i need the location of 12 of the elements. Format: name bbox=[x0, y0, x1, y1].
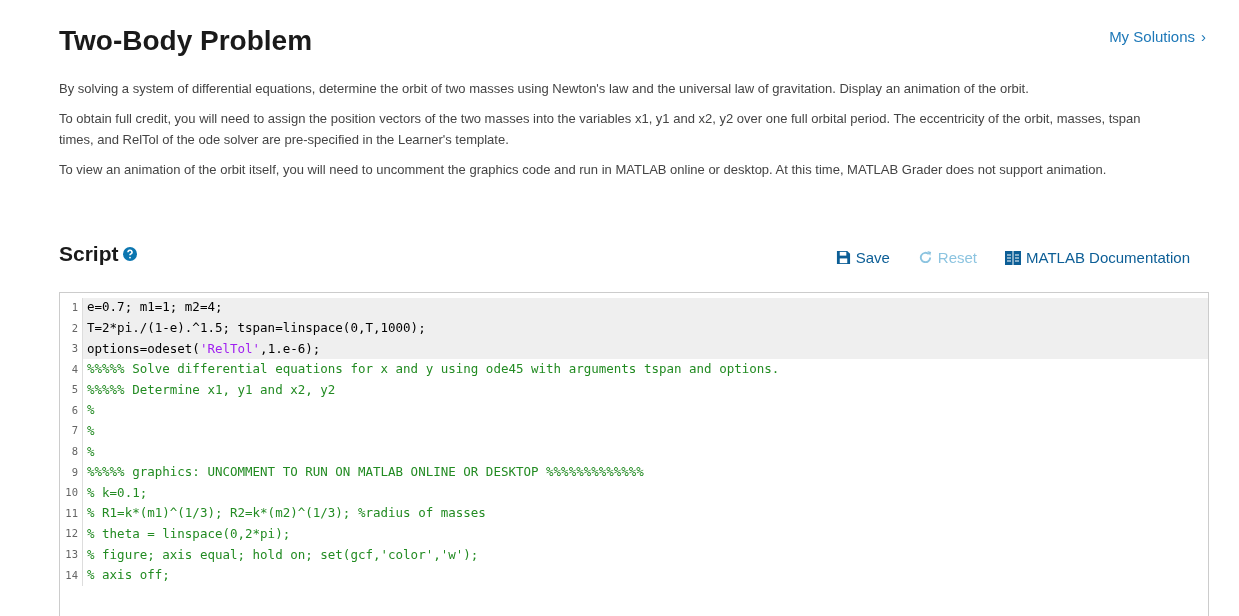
refresh-icon bbox=[917, 250, 933, 266]
script-heading: Script bbox=[59, 241, 119, 267]
page-title: Two-Body Problem bbox=[59, 24, 313, 58]
book-icon bbox=[1005, 250, 1022, 265]
save-button[interactable]: Save bbox=[835, 246, 890, 269]
description-paragraph: To obtain full credit, you will need to assign the position vectors of the two masses into the variables x1, y1 and x2, y2 over one full orbital period. The eccentricity of the orbit, masses, tspan times, and RelTol of the ode solver are pre-specified in the Learner's template. bbox=[59, 110, 1142, 149]
help-icon[interactable] bbox=[122, 246, 137, 261]
my-solutions-link[interactable]: My Solutions › bbox=[1109, 26, 1206, 49]
description-paragraph: By solving a system of differential equations, determine the orbit of two masses using Newton's law and the universal law of gravitation. Display an animation of the orbit. bbox=[59, 80, 1030, 98]
save-icon bbox=[835, 250, 851, 266]
description-paragraph: To view an animation of the orbit itself, you will need to uncomment the graphics code and run in MATLAB online or desktop. At this time, MATLAB Grader does not support animation. bbox=[59, 161, 1108, 179]
documentation-link[interactable]: MATLAB Documentation bbox=[1005, 246, 1190, 269]
